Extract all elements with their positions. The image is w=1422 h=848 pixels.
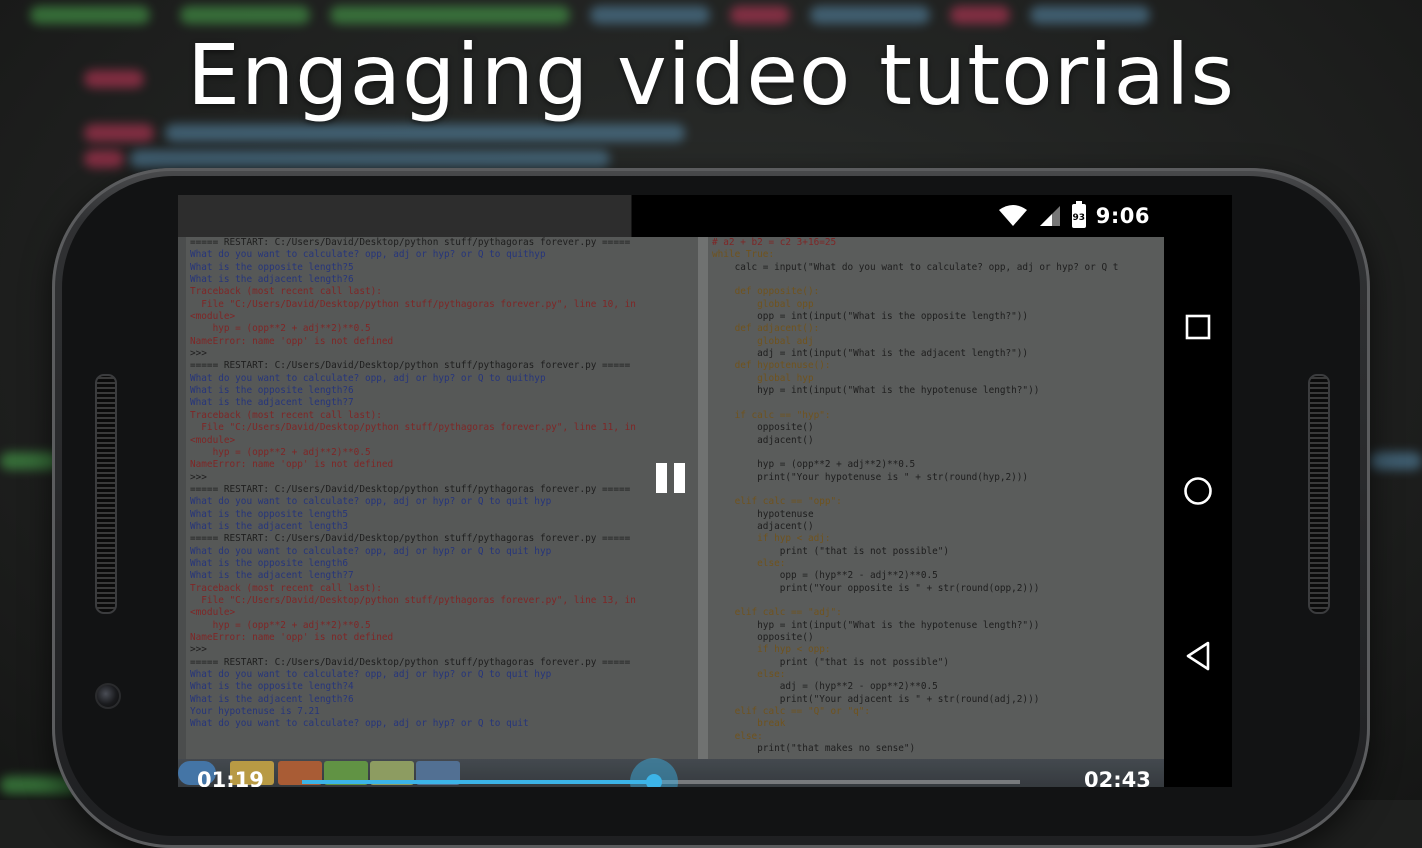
front-camera [95, 683, 121, 709]
wifi-icon [998, 205, 1027, 226]
status-icons: 93 9:06 [998, 195, 1150, 237]
battery-level: 93 [1072, 213, 1086, 223]
home-button[interactable] [1164, 461, 1232, 521]
elapsed-time: 01:19 [197, 768, 264, 787]
video-player[interactable]: ===== RESTART: C:/Users/David/Desktop/py… [178, 237, 1164, 787]
recents-button[interactable] [1164, 297, 1232, 357]
home-circle-icon [1184, 477, 1212, 505]
phone-screen: 93 9:06 ===== RESTART: C:/Users/David/De… [178, 195, 1232, 787]
back-button[interactable] [1164, 626, 1232, 686]
pause-button[interactable] [656, 463, 688, 493]
video-dim-overlay [178, 237, 1164, 787]
battery-icon: 93 [1071, 201, 1086, 228]
speaker-grille-left [95, 374, 117, 614]
total-duration: 02:43 [1084, 768, 1151, 787]
navigation-bar [1164, 195, 1232, 787]
headline: Engaging video tutorials [186, 26, 1236, 124]
status-bar: 93 9:06 [178, 195, 1164, 237]
back-triangle-icon [1186, 641, 1210, 671]
seek-bar[interactable] [302, 758, 1020, 787]
recents-square-icon [1185, 314, 1211, 340]
cell-signal-icon [1039, 206, 1060, 226]
speaker-grille-right [1308, 374, 1330, 614]
seek-progress [302, 780, 654, 784]
status-clock: 9:06 [1095, 204, 1150, 228]
pause-icon [656, 463, 667, 493]
